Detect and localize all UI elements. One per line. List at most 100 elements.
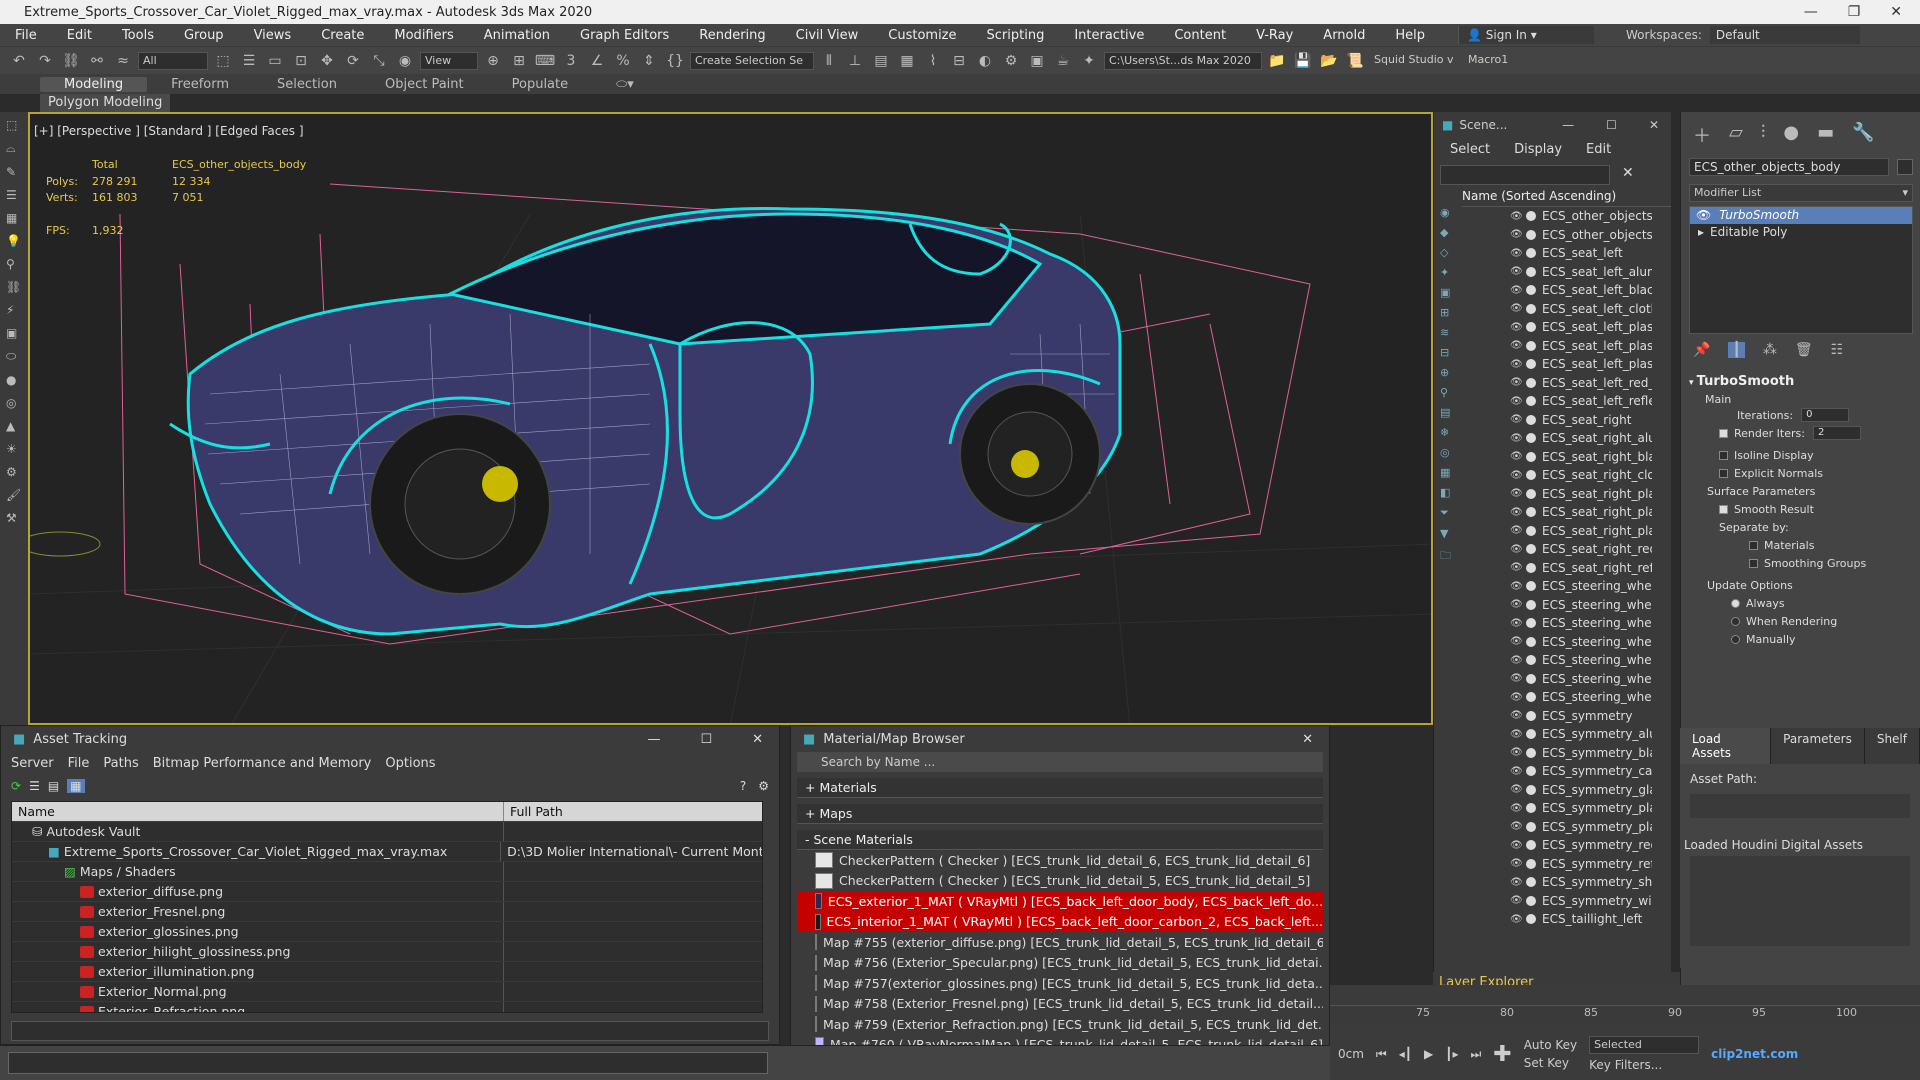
mirror-icon[interactable]: ⫴	[818, 51, 840, 71]
thumbnail-view-icon[interactable]: ▤	[48, 779, 59, 793]
scene-list-item[interactable]: 👁 ECS_seat_left_refle	[1434, 392, 1671, 411]
set-key-large-icon[interactable]: ✚	[1493, 1042, 1511, 1067]
refresh-icon[interactable]: ⟳	[11, 779, 21, 793]
visibility-eye-icon[interactable]: 👁	[1510, 784, 1523, 795]
iterations-spinner[interactable]: 0	[1801, 408, 1850, 422]
visibility-eye-icon[interactable]: 👁	[1510, 821, 1523, 832]
edit-named-sets-icon[interactable]: {}	[664, 51, 686, 71]
minimize-icon[interactable]: —	[1562, 118, 1574, 132]
select-tool-icon[interactable]: ⬚	[6, 118, 28, 132]
freeze-dot-icon[interactable]	[1526, 433, 1536, 444]
visibility-eye-icon[interactable]: 👁	[1510, 562, 1523, 573]
visibility-eye-icon[interactable]: 👁	[1510, 359, 1523, 370]
rect-selection-icon[interactable]: ▭	[264, 51, 286, 71]
freeze-dot-icon[interactable]	[1526, 840, 1536, 851]
section-materials[interactable]: + Materials	[797, 778, 1323, 798]
cube-icon[interactable]: ▣	[6, 326, 28, 340]
set-key-button[interactable]: Set Key	[1524, 1056, 1577, 1070]
sun-icon[interactable]: ☀	[6, 442, 28, 456]
modify-tab-icon[interactable]: ▱	[1729, 122, 1743, 148]
select-object-icon[interactable]: ⬚	[212, 51, 234, 71]
timeline-scale[interactable]: 75 80 85 90 95 100	[1330, 1005, 1920, 1025]
close-icon[interactable]: ✕	[1649, 118, 1659, 132]
render-active-icon[interactable]: ✦	[1078, 51, 1100, 71]
scene-list-item[interactable]: 👁 ECS_seat_left_plast	[1434, 355, 1671, 374]
visibility-eye-icon[interactable]: 👁	[1510, 211, 1523, 222]
visibility-eye-icon[interactable]: 👁	[1510, 692, 1523, 703]
material-row[interactable]: Map #755 (exterior_diffuse.png) [ECS_tru…	[797, 932, 1323, 953]
perspective-viewport[interactable]	[28, 112, 1433, 725]
freeze-dot-icon[interactable]	[1526, 877, 1536, 888]
window-crossing-icon[interactable]: ⊡	[290, 51, 312, 71]
freeze-dot-icon[interactable]	[1526, 229, 1536, 240]
previous-frame-icon[interactable]: ◂┃	[1399, 1047, 1412, 1061]
menu-vray[interactable]: V-Ray	[1241, 28, 1308, 43]
scene-list-item[interactable]: 👁 ECS_symmetry_win	[1434, 892, 1671, 911]
freeze-dot-icon[interactable]	[1526, 266, 1536, 277]
visibility-eye-icon[interactable]: 👁	[1510, 451, 1523, 462]
menu-edit[interactable]: Edit	[52, 28, 107, 43]
visibility-eye-icon[interactable]: 👁	[1510, 636, 1523, 647]
scene-list-item[interactable]: 👁 ECS_taillight_left	[1434, 910, 1671, 929]
sphere-icon[interactable]: ●	[6, 373, 28, 387]
freeze-dot-icon[interactable]	[1526, 248, 1536, 259]
scene-list-item[interactable]: 👁 ECS_seat_left_cloth	[1434, 300, 1671, 319]
render-iters-spinner[interactable]: 2	[1812, 426, 1861, 440]
visibility-eye-icon[interactable]: 👁	[1510, 803, 1523, 814]
material-row[interactable]: Map #759 (Exterior_Refraction.png) [ECS_…	[797, 1014, 1323, 1035]
freeze-dot-icon[interactable]	[1526, 322, 1536, 333]
visibility-eye-icon[interactable]: 👁	[1510, 747, 1523, 758]
display-frozen-icon[interactable]: ❄	[1440, 426, 1458, 439]
material-editor-icon[interactable]: ◐	[974, 51, 996, 71]
table-view-icon[interactable]: ▦	[67, 779, 85, 793]
asset-row[interactable]: ▨ Maps / Shaders	[12, 862, 762, 882]
selection-filter-dropdown[interactable]: All	[138, 51, 208, 70]
visibility-eye-icon[interactable]: 👁	[1510, 229, 1523, 240]
minimize-icon[interactable]: —	[647, 732, 660, 747]
visibility-eye-icon[interactable]: 👁	[1510, 895, 1523, 906]
freeze-dot-icon[interactable]	[1526, 488, 1536, 499]
scene-list-item[interactable]: 👁 ECS_seat_right_plas	[1434, 485, 1671, 504]
menu-content[interactable]: Content	[1159, 28, 1241, 43]
remove-modifier-icon[interactable]: 🗑	[1795, 342, 1813, 358]
asset-row[interactable]: exterior_Fresnel.png	[12, 902, 762, 922]
menu-server[interactable]: Server	[11, 756, 54, 771]
menu-animation[interactable]: Animation	[469, 28, 565, 43]
column-header-name[interactable]: Name (Sorted Ascending)	[1462, 189, 1671, 207]
close-icon[interactable]: ✕	[752, 732, 763, 747]
key-filters-button[interactable]: Key Filters...	[1589, 1058, 1699, 1072]
redo-icon[interactable]: ↷	[34, 51, 56, 71]
minimize-icon[interactable]: —	[1804, 4, 1818, 20]
close-icon[interactable]: ✕	[1302, 732, 1313, 747]
visibility-eye-icon[interactable]: 👁	[1510, 303, 1523, 314]
freeze-dot-icon[interactable]	[1526, 895, 1536, 906]
menu-create[interactable]: Create	[306, 28, 379, 43]
list-icon[interactable]: ☰	[6, 188, 28, 202]
motion-tab-icon[interactable]: ●	[1783, 122, 1799, 148]
scene-list-item[interactable]: 👁 ECS_steering_whee	[1434, 596, 1671, 615]
section-maps[interactable]: + Maps	[797, 804, 1323, 824]
macro-label[interactable]: Macro1	[1464, 52, 1524, 70]
freeze-dot-icon[interactable]	[1526, 655, 1536, 666]
asset-row[interactable]: Exterior_Normal.png	[12, 982, 762, 1002]
paint-select-icon[interactable]: ✎	[6, 165, 28, 179]
freeze-dot-icon[interactable]	[1526, 581, 1536, 592]
freeze-dot-icon[interactable]	[1526, 377, 1536, 388]
menu-options[interactable]: Options	[385, 756, 435, 771]
freeze-dot-icon[interactable]	[1526, 303, 1536, 314]
light-bulb-icon[interactable]: 💡	[6, 234, 28, 248]
menu-paths[interactable]: Paths	[103, 756, 138, 771]
freeze-dot-icon[interactable]	[1526, 599, 1536, 610]
display-helpers-icon[interactable]: ⊞	[1440, 306, 1458, 319]
scene-list-item[interactable]: 👁 ECS_seat_left	[1434, 244, 1671, 263]
rotate-icon[interactable]: ⟳	[342, 51, 364, 71]
freeze-dot-icon[interactable]	[1526, 396, 1536, 407]
percent-snap-icon[interactable]: %	[612, 51, 634, 71]
select-manipulate-icon[interactable]: ⊞	[508, 51, 530, 71]
material-search-input[interactable]: Search by Name ...	[797, 752, 1323, 772]
maximize-icon[interactable]: ☐	[700, 732, 712, 747]
key-mode-dropdown[interactable]: Selected	[1589, 1036, 1700, 1054]
scene-list-item[interactable]: 👁 ECS_seat_left_black	[1434, 281, 1671, 300]
column-full-path[interactable]: Full Path	[504, 804, 563, 819]
lasso-icon[interactable]: ⌓	[6, 141, 28, 156]
